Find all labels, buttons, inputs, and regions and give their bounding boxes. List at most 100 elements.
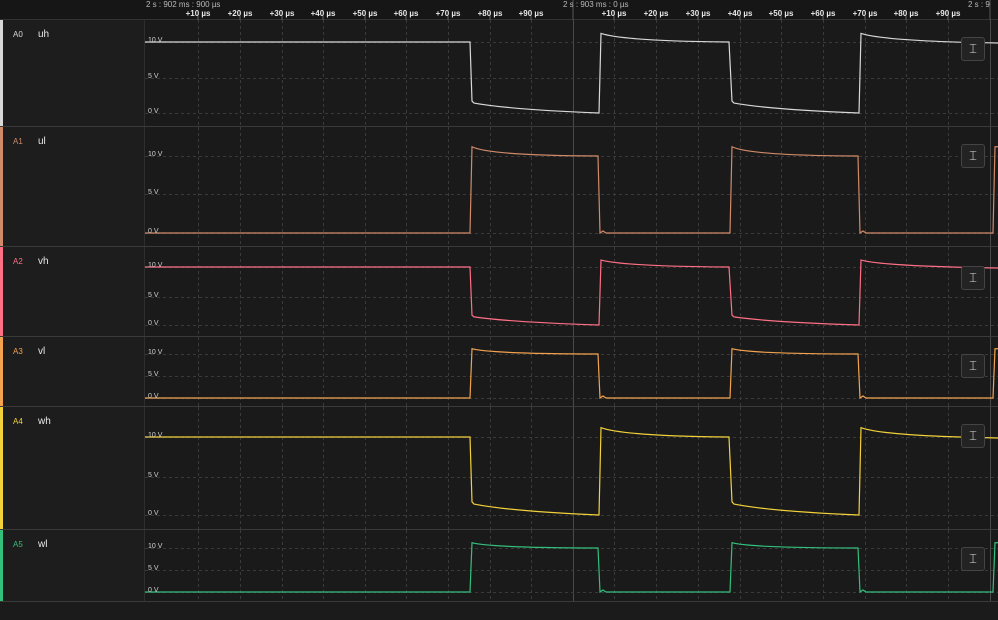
ruler-tick-label: +50 µs (768, 9, 794, 18)
vertical-scale-icon: ⌶ (969, 148, 977, 164)
ruler-tick-label: +30 µs (269, 9, 295, 18)
vertical-scale-button[interactable]: ⌶ (961, 37, 985, 61)
channel-name: vh (38, 256, 49, 267)
y-axis-label: 0 V (148, 510, 159, 517)
y-axis-label: 0 V (148, 393, 159, 400)
channel-color-bar (0, 337, 3, 407)
channel-name: wh (38, 416, 51, 427)
ruler-tick-label: +10 µs (601, 9, 627, 18)
channel-id: A0 (13, 30, 23, 39)
waveform-trace (145, 426, 998, 516)
channel-header[interactable]: A3 vl (0, 337, 145, 407)
channel-separator (0, 601, 998, 602)
y-axis-label: 5 V (148, 73, 159, 80)
channel-id: A3 (13, 347, 23, 356)
vertical-scale-button[interactable]: ⌶ (961, 424, 985, 448)
ruler-tick-label: +90 µs (935, 9, 961, 18)
vertical-scale-icon: ⌶ (969, 428, 977, 444)
time-ruler[interactable]: 2 s : 902 ms : 900 µs 2 s : 903 ms : 0 µ… (0, 0, 998, 20)
waveform-plot[interactable] (145, 247, 998, 337)
channel-header[interactable]: A1 ul (0, 127, 145, 247)
vertical-scale-button[interactable]: ⌶ (961, 266, 985, 290)
y-axis-label: 10 V (148, 37, 163, 44)
y-axis-label: 0 V (148, 320, 159, 327)
channel-header[interactable]: A4 wh (0, 407, 145, 530)
ruler-tick-label: +90 µs (518, 9, 544, 18)
vertical-scale-button[interactable]: ⌶ (961, 547, 985, 571)
ruler-tick-label: +30 µs (685, 9, 711, 18)
ruler-tick-label: +50 µs (352, 9, 378, 18)
waveform-trace (145, 541, 998, 594)
vertical-scale-icon: ⌶ (969, 270, 977, 286)
channel-vh: A2 vh 10 V 5 V 0 V ⌶ (0, 247, 998, 337)
waveform-plot[interactable] (145, 127, 998, 247)
waveform-svg (145, 337, 998, 407)
ruler-tick-label: +80 µs (477, 9, 503, 18)
channel-vl: A3 vl 10 V 5 V 0 V ⌶ (0, 337, 998, 407)
ruler-timestamp: 2 s : 902 ms : 900 µs (146, 0, 221, 9)
channel-ul: A1 ul 10 V 5 V 0 V ⌶ (0, 127, 998, 247)
y-axis-label: 10 V (148, 543, 163, 550)
channel-name: vl (38, 346, 46, 357)
waveform-svg (145, 20, 998, 127)
y-axis-label: 10 V (148, 262, 163, 269)
ruler-tick-label: +60 µs (810, 9, 836, 18)
channel-id: A5 (13, 540, 23, 549)
y-axis-label: 10 V (148, 349, 163, 356)
channel-uh: A0 uh 10 V 5 V 0 V ⌶ (0, 20, 998, 127)
waveform-svg (145, 247, 998, 337)
waveform-svg (145, 530, 998, 602)
waveform-svg (145, 127, 998, 247)
ruler-timestamp: 2 s : 903 ms : 0 µs (563, 0, 629, 9)
y-axis-label: 5 V (148, 371, 159, 378)
y-axis-label: 5 V (148, 189, 159, 196)
ruler-tick-label: +80 µs (893, 9, 919, 18)
channel-id: A1 (13, 137, 23, 146)
waveform-trace (145, 259, 998, 326)
waveform-svg (145, 407, 998, 530)
vertical-scale-icon: ⌶ (969, 358, 977, 374)
channel-color-bar (0, 247, 3, 337)
waveform-plot[interactable] (145, 407, 998, 530)
ruler-tick-label: +60 µs (393, 9, 419, 18)
channel-color-bar (0, 530, 3, 602)
waveform-trace (145, 32, 998, 114)
channel-header[interactable]: A2 vh (0, 247, 145, 337)
waveform-plot[interactable] (145, 20, 998, 127)
ruler-tick-label: +10 µs (185, 9, 211, 18)
channel-name: uh (38, 29, 50, 40)
vertical-scale-icon: ⌶ (969, 551, 977, 567)
channel-list: A0 uh 10 V 5 V 0 V ⌶ A1 ul 10 V 5 V 0 V ⌶ A2 vh 10 V 5 … (0, 20, 998, 620)
ruler-tick-label: +40 µs (727, 9, 753, 18)
waveform-plot[interactable] (145, 337, 998, 407)
y-axis-label: 0 V (148, 587, 159, 594)
channel-color-bar (0, 20, 3, 127)
channel-header[interactable]: A0 uh (0, 20, 145, 127)
ruler-tick-label: +40 µs (310, 9, 336, 18)
vertical-scale-button[interactable]: ⌶ (961, 144, 985, 168)
channel-id: A2 (13, 257, 23, 266)
waveform-trace (145, 145, 998, 235)
y-axis-label: 5 V (148, 565, 159, 572)
ruler-tick-label: +20 µs (643, 9, 669, 18)
vertical-scale-button[interactable]: ⌶ (961, 354, 985, 378)
waveform-plot[interactable] (145, 530, 998, 602)
channel-wl: A5 wl 10 V 5 V 0 V ⌶ (0, 530, 998, 602)
ruler-tick-label: +70 µs (852, 9, 878, 18)
y-axis-label: 0 V (148, 108, 159, 115)
y-axis-label: 10 V (148, 151, 163, 158)
channel-name: ul (38, 136, 46, 147)
channel-header[interactable]: A5 wl (0, 530, 145, 602)
y-axis-label: 5 V (148, 472, 159, 479)
ruler-tick-label: +70 µs (435, 9, 461, 18)
vertical-scale-icon: ⌶ (969, 41, 977, 57)
channel-color-bar (0, 127, 3, 247)
channel-id: A4 (13, 417, 23, 426)
channel-name: wl (38, 539, 48, 550)
waveform-trace (145, 347, 998, 400)
y-axis-label: 0 V (148, 228, 159, 235)
y-axis-label: 5 V (148, 292, 159, 299)
ruler-tick-label: +20 µs (227, 9, 253, 18)
channel-wh: A4 wh 10 V 5 V 0 V ⌶ (0, 407, 998, 530)
channel-color-bar (0, 407, 3, 530)
